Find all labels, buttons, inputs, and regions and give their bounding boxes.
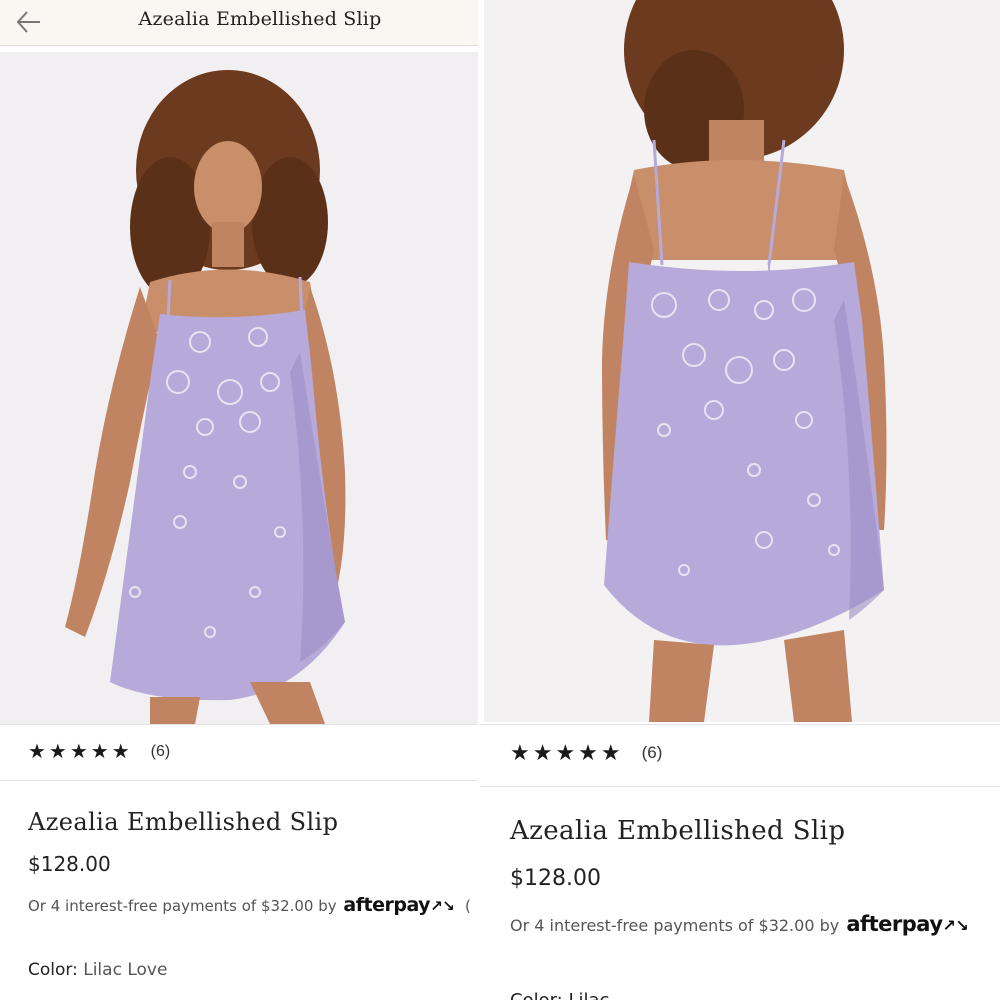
installment-text: Or 4 interest-free payments of $32.00 by	[510, 916, 840, 935]
rating-divider	[480, 724, 1000, 725]
product-price: $128.00	[28, 852, 111, 876]
installment-text: Or 4 interest-free payments of $32.00 by	[28, 897, 337, 915]
product-panel-back: ★★★★★ (6) Azealia Embellished Slip $128.…	[480, 0, 1000, 1000]
review-count: (6)	[641, 743, 663, 762]
rating-divider-bottom	[480, 786, 1000, 787]
model-front-illustration	[0, 52, 478, 724]
app-bar: Azealia Embellished Slip	[0, 0, 480, 46]
rating-summary[interactable]: ★★★★★ (6)	[28, 742, 170, 762]
afterpay-logo[interactable]: afterpay↗↘	[846, 912, 969, 936]
arrow-left-icon	[16, 11, 40, 33]
rating-divider	[0, 724, 478, 725]
rating-divider-bottom	[0, 780, 478, 781]
afterpay-mark-icon: ↗↘	[942, 916, 969, 935]
afterpay-label: afterpay	[343, 894, 431, 916]
product-title: Azealia Embellished Slip	[510, 816, 846, 846]
star-rating-icon: ★★★★★	[510, 740, 624, 765]
afterpay-label: afterpay	[846, 912, 943, 936]
color-selection-partial: Color: Lilac	[510, 990, 609, 1000]
page-title: Azealia Embellished Slip	[138, 8, 382, 30]
review-count: (6)	[150, 743, 171, 760]
product-image-back[interactable]	[484, 0, 1000, 722]
back-button[interactable]	[14, 8, 46, 36]
installment-info: Or 4 interest-free payments of $32.00 by…	[510, 912, 969, 936]
color-partial-text: Color: Lilac	[510, 990, 609, 1000]
color-value: Lilac Love	[83, 960, 168, 980]
afterpay-logo[interactable]: afterpay↗↘	[343, 894, 454, 916]
info-paren[interactable]: (	[465, 897, 471, 915]
product-panel-front: Azealia Embellished Slip ★★★★★ (6) Azeal…	[0, 0, 480, 1000]
model-back-illustration	[484, 0, 1000, 722]
product-image-front[interactable]	[0, 52, 478, 724]
product-price: $128.00	[510, 866, 601, 891]
product-title: Azealia Embellished Slip	[28, 808, 339, 836]
star-rating-icon: ★★★★★	[28, 741, 133, 763]
afterpay-mark-icon: ↗↘	[430, 897, 455, 915]
installment-info: Or 4 interest-free payments of $32.00 by…	[28, 894, 471, 916]
color-selection: Color: Lilac Love	[28, 960, 167, 980]
rating-summary[interactable]: ★★★★★ (6)	[510, 742, 662, 764]
color-label: Color:	[28, 960, 78, 980]
